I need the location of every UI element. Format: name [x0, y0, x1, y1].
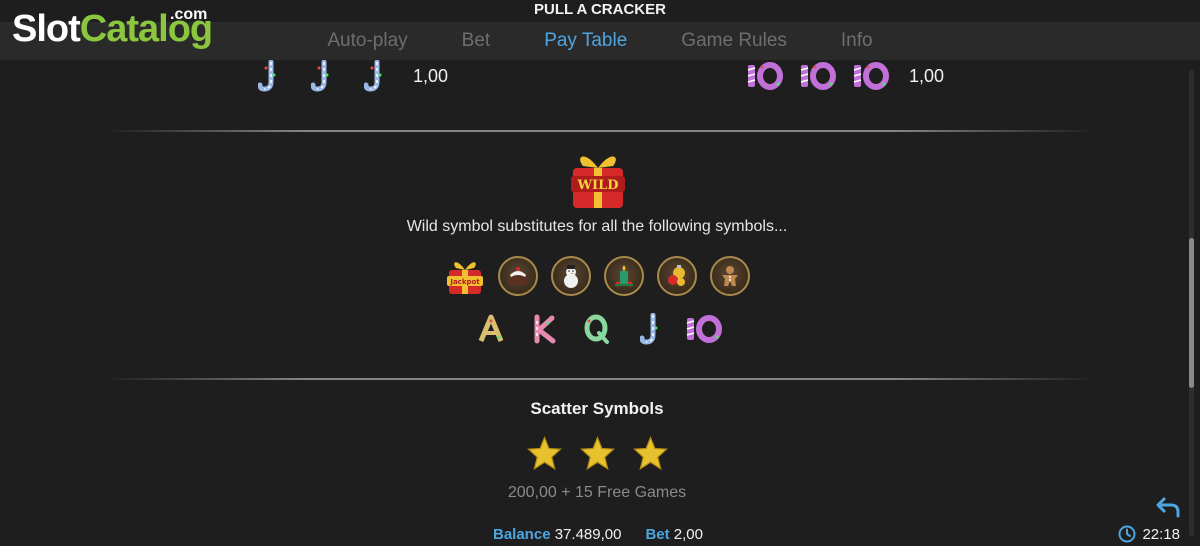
scatter-payout: 200,00 + 15 Free Games	[507, 484, 687, 501]
scatter-symbols-row	[0, 436, 1194, 471]
tab-auto-play[interactable]: Auto-play	[327, 30, 407, 52]
wild-gift-icon: WILD	[565, 146, 631, 212]
tab-pay-table[interactable]: Pay Table	[544, 30, 627, 52]
ten-icon	[744, 60, 784, 92]
divider	[105, 378, 1095, 380]
j-icon	[301, 60, 341, 92]
ornament-icon	[656, 256, 697, 296]
bet-value: 2,00	[673, 526, 703, 543]
pay-row-ten: 1,00	[744, 60, 944, 92]
j-icon	[354, 60, 394, 92]
a-symbol-icon	[471, 312, 511, 346]
pay-row-j: 1,00	[248, 60, 448, 92]
balance-display: Balance 37.489,00	[493, 526, 621, 543]
balance-value: 37.489,00	[554, 526, 622, 543]
scrollbar[interactable]	[1189, 70, 1194, 536]
candle-icon	[603, 256, 644, 296]
scrollbar-thumb[interactable]	[1189, 238, 1194, 388]
q-symbol-icon	[577, 312, 617, 346]
premium-symbols-row: Jackpot	[0, 256, 1194, 296]
k-symbol-icon	[524, 312, 564, 346]
pudding-icon	[497, 256, 538, 296]
j-icon	[248, 60, 288, 92]
clock: 22:18	[1118, 525, 1180, 543]
pay-table-content: 1,00 1,00 WILD Wild symbol substitutes f…	[0, 60, 1188, 546]
pay-value-j: 1,00	[413, 65, 449, 86]
clock-time: 22:18	[1142, 525, 1180, 543]
tab-bet[interactable]: Bet	[462, 30, 491, 52]
gingerbread-icon	[709, 256, 750, 296]
back-arrow-icon[interactable]	[1156, 496, 1180, 518]
scatter-title: Scatter Symbols	[530, 399, 664, 418]
clock-icon	[1118, 525, 1136, 543]
tab-game-rules[interactable]: Game Rules	[681, 30, 787, 52]
ten-icon	[797, 60, 837, 92]
snowman-icon	[550, 256, 591, 296]
j-symbol-icon	[630, 312, 670, 346]
tab-info[interactable]: Info	[841, 30, 873, 52]
slotcatalog-watermark: SlotCatalog .com	[12, 6, 213, 51]
bet-display: Bet 2,00	[645, 526, 703, 543]
ten-symbol-icon	[683, 312, 723, 346]
wild-badge-text: WILD	[576, 178, 618, 193]
balance-label: Balance	[493, 526, 551, 543]
letter-symbols-row	[0, 312, 1194, 346]
wild-description: Wild symbol substitutes for all the foll…	[406, 218, 788, 235]
watermark-com-text: .com	[170, 6, 208, 23]
watermark-slot-text: Slot	[12, 8, 81, 50]
jackpot-gift-icon: Jackpot	[445, 256, 485, 296]
star-icon	[632, 436, 668, 471]
pay-value-ten: 1,00	[909, 65, 945, 86]
star-icon	[579, 436, 615, 471]
divider	[105, 130, 1095, 132]
bet-label: Bet	[645, 526, 670, 543]
star-icon	[526, 436, 562, 471]
status-bar: Balance 37.489,00 Bet 2,00	[493, 526, 703, 543]
jackpot-label-text: Jackpot	[449, 278, 480, 286]
ten-icon	[850, 60, 890, 92]
